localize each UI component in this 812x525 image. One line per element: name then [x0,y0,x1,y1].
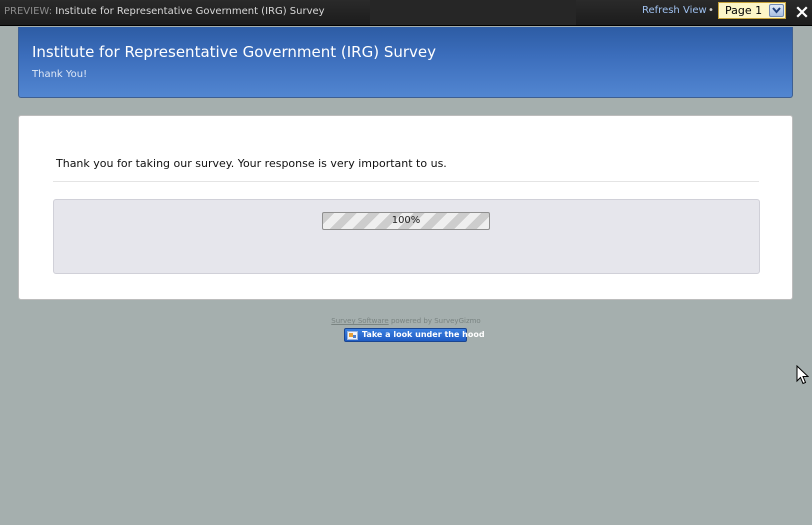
survey-header: Institute for Representative Government … [18,27,793,98]
preview-toolbar: PREVIEW: Institute for Representative Go… [0,0,812,26]
mouse-pointer-icon [796,364,810,390]
hood-button-label: Take a look under the hood [362,330,485,339]
preview-prefix: PREVIEW: [4,6,53,17]
preview-survey-title: Institute for Representative Government … [55,6,325,17]
toolbar-separator: • [708,5,714,16]
divider [53,181,759,182]
thank-you-message: Thank you for taking our survey. Your re… [56,157,447,170]
hood-icon [347,331,358,340]
page-subtitle: Thank You! [32,69,88,80]
progress-panel: 100% [53,199,760,274]
page-select[interactable]: Page 1 [718,2,786,19]
survey-software-link[interactable]: Survey Software [331,317,388,325]
progress-label: 100% [391,215,421,226]
page-select-value: Page 1 [725,4,763,17]
close-icon[interactable] [795,4,809,18]
survey-content-card: Thank you for taking our survey. Your re… [18,115,793,300]
under-the-hood-button[interactable]: Take a look under the hood [344,328,485,342]
survey-title: Institute for Representative Government … [32,43,436,61]
toolbar-spacer [370,0,576,25]
chevron-down-icon[interactable] [769,4,784,17]
preview-label: PREVIEW: Institute for Representative Go… [4,6,325,17]
refresh-view-link[interactable]: Refresh View [642,5,707,16]
footer-credit: Survey Software powered by SurveyGizmo [0,317,812,325]
powered-by-text: powered by SurveyGizmo [390,317,481,325]
progress-bar: 100% [322,212,490,230]
